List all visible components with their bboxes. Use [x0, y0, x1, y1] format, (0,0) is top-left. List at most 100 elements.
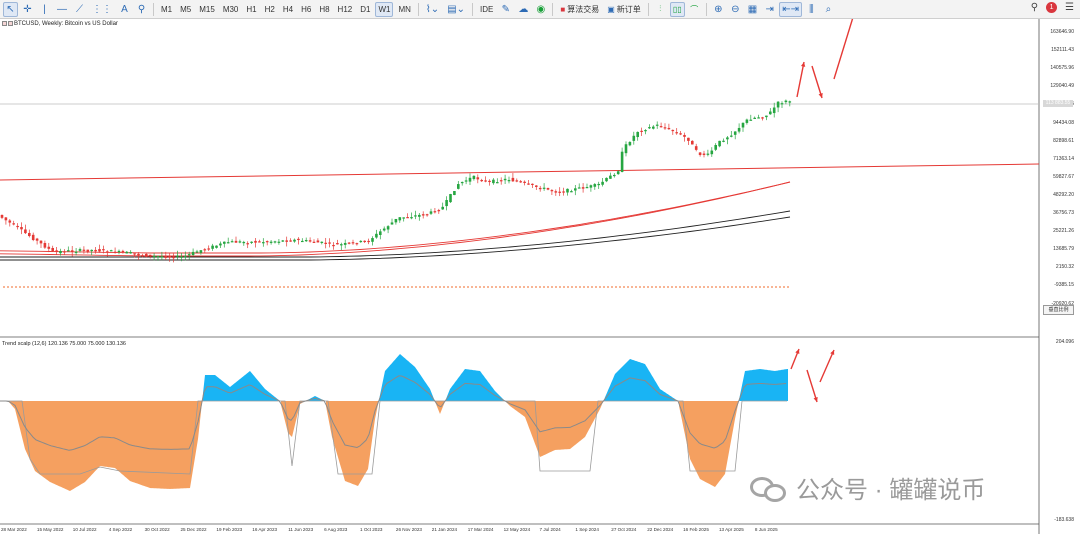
script-icon[interactable]: ✎	[498, 2, 513, 17]
candle-body	[20, 227, 23, 230]
candle-body	[620, 151, 624, 172]
indicators-icon[interactable]: ⫼	[804, 2, 819, 17]
candle-body	[351, 242, 355, 244]
candle-body	[234, 240, 238, 243]
timeframe-h8[interactable]: H8	[316, 2, 332, 17]
candle-body	[121, 250, 125, 253]
candle-body	[593, 184, 597, 187]
chart-type-icon[interactable]: ⌇⌄	[423, 2, 442, 17]
time-tick-label: 16 Feb 2025	[683, 527, 709, 532]
candle-body	[535, 185, 538, 187]
time-tick-label: 13 Apr 2025	[719, 527, 744, 532]
auto-scroll-icon[interactable]: ⇥	[762, 2, 777, 17]
candle-body	[137, 253, 140, 256]
line-chart-icon[interactable]: ⌒	[687, 2, 702, 17]
candle-body	[761, 117, 764, 119]
timeframe-h1[interactable]: H1	[243, 2, 259, 17]
timeframe-m5[interactable]: M5	[177, 2, 194, 17]
candle-body	[507, 180, 511, 182]
chart-control-box[interactable]	[2, 21, 7, 26]
candle-body	[28, 232, 31, 237]
ide-button[interactable]: IDE	[477, 2, 496, 17]
zoom-out-icon[interactable]: ⊖	[728, 2, 743, 17]
shapes-icon[interactable]: ⚲	[134, 2, 149, 17]
horizontal-line-icon[interactable]: —	[54, 2, 70, 17]
chart-control-box[interactable]	[8, 21, 13, 26]
chart-shift-icon[interactable]: ⇤⇥	[779, 1, 802, 17]
candle-body	[359, 240, 363, 243]
time-tick-label: 22 Dec 2024	[647, 527, 674, 532]
timeframe-w1[interactable]: W1	[375, 1, 394, 17]
candlestick-icon[interactable]: ▯▯	[669, 1, 685, 17]
chart-title: BTCUSD, Weekly: Bitcoin vs US Dollar	[14, 21, 118, 27]
candle-body	[336, 242, 339, 245]
channel-icon[interactable]: ⋮⋮	[89, 2, 115, 17]
candle-body	[297, 238, 300, 241]
candle-body	[70, 250, 74, 252]
candle-body	[597, 183, 600, 186]
text-icon[interactable]: A	[117, 2, 132, 17]
candle-body	[562, 191, 565, 193]
crosshair-icon[interactable]: ✛	[20, 2, 35, 17]
candle-body	[421, 214, 425, 216]
price-tick-label: 13685.79	[1053, 246, 1074, 253]
algo-trading-button[interactable]: ■ 算法交易	[557, 2, 602, 17]
timeframe-h2[interactable]: H2	[262, 2, 278, 17]
templates-icon[interactable]: ▤⌄	[444, 2, 468, 17]
candle-body	[484, 180, 487, 182]
bar-chart-icon[interactable]: ⫶	[653, 2, 668, 17]
vertical-line-icon[interactable]: |	[37, 2, 52, 17]
chart-area[interactable]	[0, 19, 1080, 534]
timeframe-h6[interactable]: H6	[298, 2, 314, 17]
candle-body	[780, 103, 784, 105]
timeframe-d1[interactable]: D1	[357, 2, 373, 17]
candle-body	[86, 249, 90, 252]
candle-body	[472, 175, 476, 180]
candle-body	[460, 181, 464, 184]
candle-body	[445, 200, 448, 207]
menu-icon[interactable]: ☰	[1065, 2, 1074, 13]
timeframe-h4[interactable]: H4	[280, 2, 296, 17]
candle-body	[776, 101, 780, 108]
cloud-icon[interactable]: ☁	[515, 2, 531, 17]
search-icon[interactable]: ⚲	[1031, 2, 1038, 13]
candle-body	[67, 250, 70, 252]
toolbar-right: ⚲ 1 ☰	[1031, 2, 1074, 13]
candle-body	[141, 255, 144, 257]
candle-body	[546, 187, 550, 190]
candle-body	[340, 244, 343, 246]
candle-body	[106, 251, 109, 253]
candle-body	[515, 180, 519, 182]
candle-body	[31, 234, 35, 240]
toolbar-separator	[647, 2, 649, 16]
candle-body	[667, 127, 671, 130]
cursor-icon[interactable]: ↖	[3, 1, 18, 17]
timeframe-m1[interactable]: M1	[158, 2, 175, 17]
timeframe-m30[interactable]: M30	[220, 2, 242, 17]
timeframe-m15[interactable]: M15	[196, 2, 218, 17]
price-tick-label: 152111.43	[1051, 47, 1074, 54]
grid-icon[interactable]: ▦	[745, 2, 760, 17]
new-order-label: 新订单	[616, 4, 641, 14]
new-order-button[interactable]: ▣ 新订单	[604, 2, 644, 17]
candle-body	[632, 135, 636, 141]
notification-badge[interactable]: 1	[1046, 2, 1058, 13]
candle-body	[382, 228, 386, 231]
time-tick-label: 10 Jul 2022	[72, 527, 97, 532]
trendline-icon[interactable]: ⟋	[72, 2, 87, 17]
chart-title-controls	[2, 21, 13, 26]
candle-body	[187, 254, 191, 256]
time-tick-label: 17 Mar 2024	[467, 527, 494, 532]
timeframe-h12[interactable]: H12	[335, 2, 356, 17]
candle-body	[726, 137, 729, 140]
candle-body	[51, 247, 54, 251]
main-toolbar: ↖ ✛ | — ⟋ ⋮⋮ A ⚲ M1 M5 M15 M30 H1 H2 H4 H6 H8 H12 D1 W1 MN …	[0, 0, 1080, 19]
zoom-in-icon[interactable]: ⊕	[711, 2, 726, 17]
timeframe-mn[interactable]: MN	[395, 2, 413, 17]
screenshot-icon[interactable]: ⌕	[821, 2, 836, 17]
candle-body	[585, 187, 589, 189]
vps-icon[interactable]: ◉	[533, 2, 548, 17]
vertical-scale-button[interactable]: 垂直比例	[1043, 305, 1074, 315]
candle-body	[476, 177, 480, 180]
candle-body	[390, 222, 394, 225]
